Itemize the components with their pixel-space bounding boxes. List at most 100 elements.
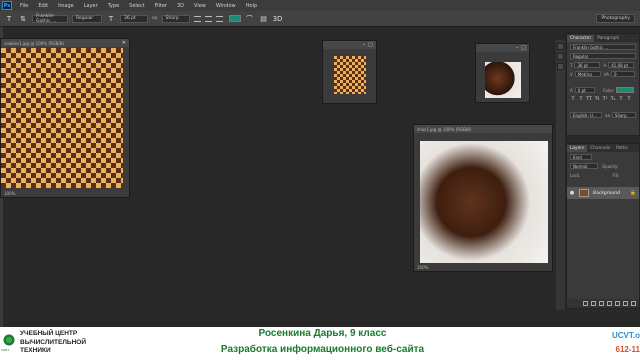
subscript-icon[interactable]: T₁ xyxy=(610,96,616,102)
text-orientation-icon[interactable]: ⇅ xyxy=(18,14,28,24)
fill-label: Fill: xyxy=(612,172,620,178)
align-center-icon[interactable] xyxy=(204,15,212,22)
layers-panel: Layers Channels Paths Kind Normal Opacit… xyxy=(566,143,640,309)
adjustment-layer-icon[interactable] xyxy=(607,301,612,306)
new-layer-icon[interactable] xyxy=(623,301,628,306)
menu-layer[interactable]: Layer xyxy=(79,3,103,9)
document-title: choc1.jpg @ 100% (RGB/8) xyxy=(414,125,552,133)
layer-filter-select[interactable]: Kind xyxy=(570,154,592,160)
menu-view[interactable]: View xyxy=(189,3,211,9)
properties-panel-icon[interactable] xyxy=(557,53,564,60)
history-panel-icon[interactable] xyxy=(557,43,564,50)
font-size-select[interactable]: 36 pt xyxy=(120,14,148,23)
language-select[interactable]: English: U... xyxy=(570,112,602,118)
menu-file[interactable]: File xyxy=(15,3,33,9)
font-style-field[interactable]: Regular xyxy=(570,53,636,59)
tab-paragraph[interactable]: Paragraph xyxy=(594,35,622,42)
menu-select[interactable]: Select xyxy=(124,3,149,9)
font-size-icon: T xyxy=(108,14,114,23)
image-canvas-chocolate-cookies[interactable] xyxy=(420,141,548,263)
font-style-select[interactable]: Regular xyxy=(72,14,102,23)
document-window-small-1[interactable]: – □ xyxy=(322,40,377,104)
document-window-checker[interactable]: cookies1.jpg @ 100% (RGB/8) ✕ 100% xyxy=(0,38,130,198)
align-right-icon[interactable] xyxy=(215,15,223,22)
faux-bold-icon[interactable]: T xyxy=(570,96,576,102)
close-icon[interactable]: ✕ xyxy=(122,40,126,46)
new-group-icon[interactable] xyxy=(615,301,620,306)
panel-dock-strip xyxy=(556,40,565,310)
baseline-shift-field[interactable]: 0 pt xyxy=(574,87,595,93)
options-bar: T ⇅ Franklin Gothic ... Regular T 36 pt … xyxy=(0,11,640,27)
type-tool-icon[interactable]: T xyxy=(4,14,14,24)
color-label: Color: xyxy=(602,87,615,93)
font-size-field[interactable]: 36 pt xyxy=(574,62,601,68)
lock-icon: 🔒 xyxy=(630,190,636,196)
tab-layers[interactable]: Layers xyxy=(567,145,588,152)
layers-panel-tabs: Layers Channels Paths xyxy=(567,144,639,152)
strikethrough-icon[interactable]: T xyxy=(626,96,632,102)
eye-icon[interactable]: ● xyxy=(569,190,575,196)
tab-paths[interactable]: Paths xyxy=(613,145,631,152)
link-layers-icon[interactable] xyxy=(583,301,588,306)
trash-icon[interactable] xyxy=(631,301,636,306)
logo-caption: УЦВТ xyxy=(1,348,10,352)
layer-row-background[interactable]: ● Background 🔒 xyxy=(567,187,639,199)
superscript-icon[interactable]: T¹ xyxy=(602,96,608,102)
document-window-small-2[interactable]: – □ xyxy=(475,43,530,103)
baseline-icon: A xyxy=(570,87,573,93)
antialias-select[interactable]: Sharp xyxy=(161,14,190,23)
menu-type[interactable]: Type xyxy=(103,3,124,9)
align-left-icon[interactable] xyxy=(193,15,201,22)
adjustments-panel-icon[interactable] xyxy=(557,63,564,70)
menu-help[interactable]: Help xyxy=(241,3,262,9)
blend-mode-select[interactable]: Normal xyxy=(570,163,598,169)
antialias-icon: aa xyxy=(152,16,158,21)
phone-text: 612-11 xyxy=(615,345,640,354)
menu-window[interactable]: Window xyxy=(211,3,241,9)
document-window-chocolate[interactable]: choc1.jpg @ 100% (RGB/8) 100% xyxy=(413,124,553,272)
3d-icon[interactable]: 3D xyxy=(273,14,283,24)
status-bar: 100% xyxy=(414,264,552,271)
org-line-2: ВЫЧИСЛИТЕЛЬНОЙ xyxy=(20,338,87,346)
faux-italic-icon[interactable]: T xyxy=(578,96,584,102)
organization-name: УЧЕБНЫЙ ЦЕНТР ВЫЧИСЛИТЕЛЬНОЙ ТЕХНИКИ xyxy=(20,330,86,356)
image-canvas-small-checker[interactable] xyxy=(334,56,366,94)
image-canvas-small-chocolate[interactable] xyxy=(485,62,521,98)
leading-field[interactable]: 41,08 pt xyxy=(608,62,635,68)
opacity-label: Opacity: xyxy=(602,163,619,169)
warp-text-icon[interactable]: ⌒ xyxy=(245,14,255,24)
layer-thumbnail xyxy=(579,189,589,197)
project-title: Разработка информационного веб-сайта xyxy=(220,344,425,355)
all-caps-icon[interactable]: TT xyxy=(586,96,592,102)
minimize-icon[interactable]: – xyxy=(363,42,366,48)
text-color-swatch[interactable] xyxy=(228,15,241,22)
underline-icon[interactable]: T xyxy=(618,96,624,102)
add-mask-icon[interactable] xyxy=(599,301,604,306)
zoom-level: 100% xyxy=(4,191,16,196)
menu-edit[interactable]: Edit xyxy=(33,3,53,9)
antialias-icon: aa xyxy=(605,112,610,118)
layer-style-icon[interactable] xyxy=(591,301,596,306)
antialias-select[interactable]: Sharp xyxy=(611,112,636,118)
website-text: UCVT.o xyxy=(612,331,640,340)
font-family-select[interactable]: Franklin Gothic ... xyxy=(32,14,68,24)
tracking-icon: VA xyxy=(603,71,609,77)
small-caps-icon[interactable]: Tt xyxy=(594,96,600,102)
image-canvas-checker-cookies[interactable] xyxy=(1,48,123,188)
menu-image[interactable]: Image xyxy=(53,3,79,9)
workspace-select[interactable]: Photography xyxy=(596,14,635,23)
tab-channels[interactable]: Channels xyxy=(587,145,613,152)
minimize-icon[interactable]: – xyxy=(516,45,519,51)
kerning-field[interactable]: Metrics xyxy=(574,71,601,77)
maximize-icon[interactable]: □ xyxy=(368,42,373,48)
maximize-icon[interactable]: □ xyxy=(521,45,526,51)
character-panel-toggle-icon[interactable]: ▤ xyxy=(259,14,269,24)
tracking-field[interactable]: 0 xyxy=(610,71,635,77)
font-family-field[interactable]: Franklin Gothic ... xyxy=(570,44,636,50)
status-bar: 100% xyxy=(1,190,129,197)
color-swatch[interactable] xyxy=(616,87,635,93)
menu-filter[interactable]: Filter xyxy=(150,3,172,9)
tab-character[interactable]: Character xyxy=(567,35,595,42)
leading-icon: A xyxy=(603,62,607,68)
menu-3d[interactable]: 3D xyxy=(172,3,189,9)
